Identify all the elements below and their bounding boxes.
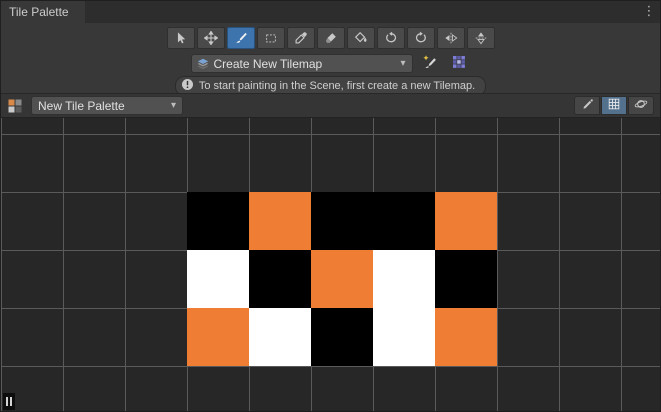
grid-vertical-line [621, 118, 622, 411]
tool-fill-button[interactable] [347, 27, 375, 49]
palette-bar: New Tile Palette ▾ [1, 93, 660, 118]
tile-black[interactable] [311, 308, 373, 366]
tile-black[interactable] [249, 250, 311, 308]
rotate-ccw-icon [384, 31, 398, 45]
tool-pick-button[interactable] [287, 27, 315, 49]
pencil-icon [581, 98, 594, 114]
brush-sparkle-icon [422, 54, 438, 73]
tile-white[interactable] [249, 308, 311, 366]
tile-black[interactable] [435, 250, 497, 308]
tab-title: Tile Palette [9, 5, 69, 19]
layers-icon [196, 57, 210, 71]
palette-bar-buttons [574, 96, 654, 115]
focus-mode-button[interactable] [628, 96, 654, 115]
tile-white[interactable] [373, 250, 435, 308]
tool-select-button[interactable] [167, 27, 195, 49]
tilemap-row: Create New Tilemap ▾ [1, 54, 660, 73]
tools-row [1, 27, 660, 49]
tool-rotate-ccw-button[interactable] [377, 27, 405, 49]
tool-box-fill-button[interactable] [257, 27, 285, 49]
new-palette-brush-button[interactable] [418, 54, 442, 74]
grid-vertical-line [125, 118, 126, 411]
tool-flip-y-button[interactable] [467, 27, 495, 49]
tile-black[interactable] [311, 192, 373, 250]
tab-tile-palette[interactable]: Tile Palette [1, 1, 85, 23]
chevron-down-icon: ▾ [171, 100, 176, 111]
rotate-cw-icon [414, 31, 428, 45]
grid-vertical-line [1, 118, 2, 411]
tool-move-button[interactable] [197, 27, 225, 49]
grid-vertical-line [63, 118, 64, 411]
chevron-down-icon: ▾ [400, 58, 405, 69]
cursor-arrow-icon [174, 31, 188, 45]
palette-dropdown[interactable]: New Tile Palette ▾ [31, 96, 183, 115]
eyedropper-icon [294, 31, 308, 45]
grid-vertical-line [559, 118, 560, 411]
marquee-rect-icon [264, 31, 278, 45]
tile-black[interactable] [187, 192, 249, 250]
move-cross-icon [204, 31, 218, 45]
tool-paint-button[interactable] [227, 27, 255, 49]
tile-white[interactable] [187, 250, 249, 308]
tile-palette-icon [7, 98, 23, 114]
grid-vertical-line [497, 118, 498, 411]
tile-palette-window: Tile Palette ⋮ [0, 0, 661, 412]
tile-white[interactable] [373, 308, 435, 366]
tool-rotate-cw-button[interactable] [407, 27, 435, 49]
tilemap-dropdown[interactable]: Create New Tilemap ▾ [191, 54, 413, 73]
palette-dropdown-value: New Tile Palette [32, 99, 165, 113]
help-text: To start painting in the Scene, first cr… [199, 80, 475, 92]
focus-sphere-icon [634, 97, 648, 114]
tilemap-grid-button[interactable] [447, 54, 471, 74]
eraser-icon [324, 31, 338, 45]
flip-vertical-icon [474, 31, 488, 45]
tile-orange[interactable] [311, 250, 373, 308]
grid-horizontal-line [1, 134, 660, 135]
tilemap-dropdown-value: Create New Tilemap [212, 57, 395, 71]
paintbrush-icon [234, 31, 248, 45]
exclamation-icon [181, 78, 194, 94]
grid-icon [607, 97, 621, 114]
titlebar: Tile Palette ⋮ [1, 1, 660, 23]
grid-horizontal-line [1, 366, 660, 367]
flip-horizontal-icon [444, 31, 458, 45]
tile-orange[interactable] [435, 308, 497, 366]
tool-flip-x-button[interactable] [437, 27, 465, 49]
resize-grip-icon[interactable] [3, 393, 15, 410]
tile-orange[interactable] [435, 192, 497, 250]
window-menu-button[interactable]: ⋮ [641, 2, 657, 20]
toolbar-area: Create New Tilemap ▾ To start painting i… [1, 23, 660, 93]
edit-palette-button[interactable] [574, 96, 600, 115]
tile-black[interactable] [373, 192, 435, 250]
toggle-grid-button[interactable] [601, 96, 627, 115]
tool-erase-button[interactable] [317, 27, 345, 49]
tile-orange[interactable] [249, 192, 311, 250]
palette-canvas[interactable] [1, 118, 660, 411]
paint-bucket-icon [354, 31, 368, 45]
tilemap-grid-icon [451, 54, 467, 73]
tile-orange[interactable] [187, 308, 249, 366]
